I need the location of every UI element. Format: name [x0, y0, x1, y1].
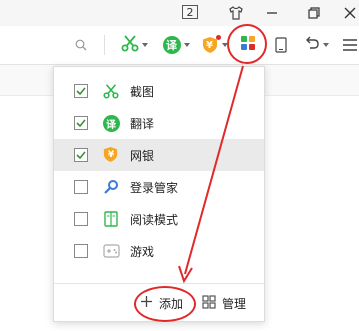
- annotation-arrow: [178, 65, 244, 284]
